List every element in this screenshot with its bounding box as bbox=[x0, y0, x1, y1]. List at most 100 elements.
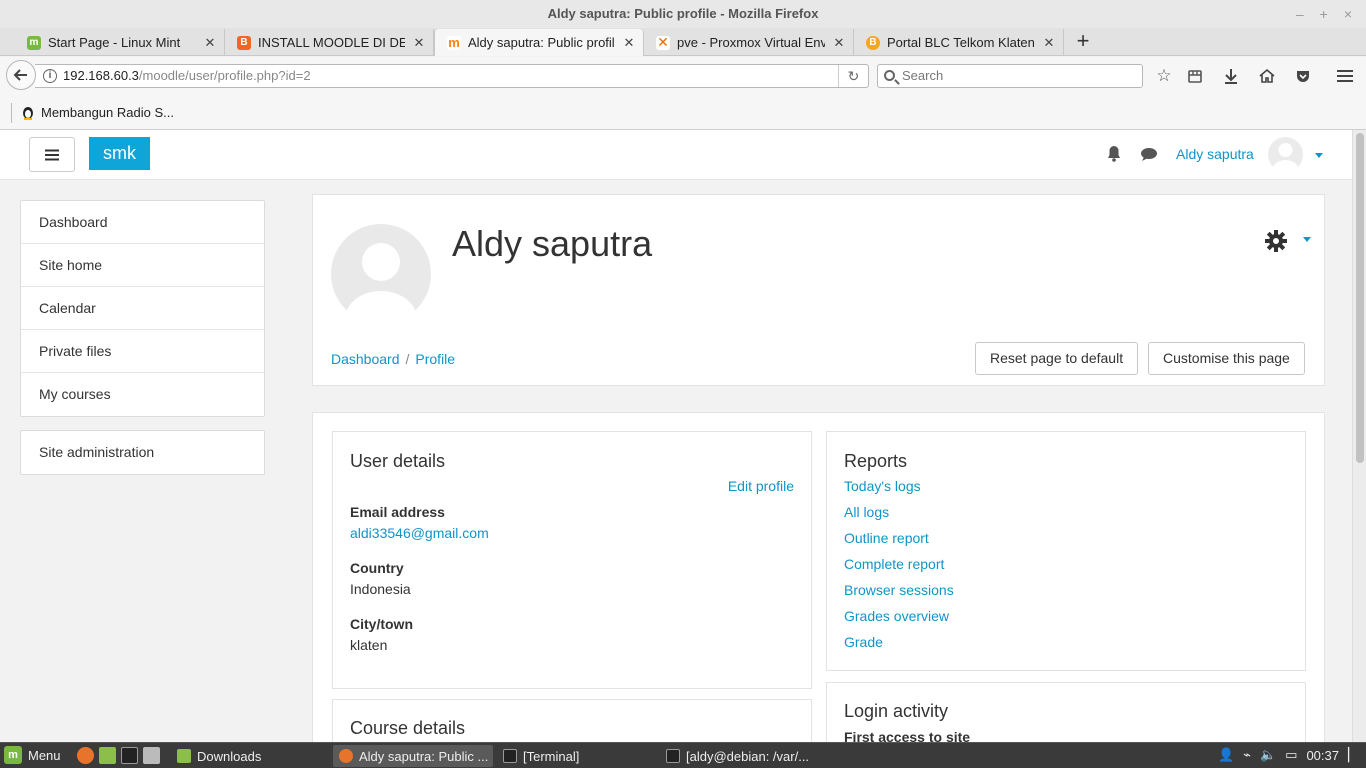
hamburger-menu-icon[interactable] bbox=[1334, 65, 1356, 87]
maximize-button[interactable]: + bbox=[1320, 0, 1328, 28]
close-window-button[interactable]: × bbox=[1344, 0, 1352, 28]
country-label: Country bbox=[350, 560, 404, 576]
country-value: Indonesia bbox=[350, 581, 411, 597]
sidebar-nav-main: Dashboard Site home Calendar Private fil… bbox=[20, 200, 265, 417]
messages-chat-icon[interactable] bbox=[1140, 147, 1158, 165]
sidebar-item-dashboard[interactable]: Dashboard bbox=[21, 201, 264, 244]
report-all-logs-link[interactable]: All logs bbox=[844, 504, 889, 520]
close-tab-icon[interactable]: ✕ bbox=[1041, 35, 1057, 51]
task-label: Aldy saputra: Public ... bbox=[359, 748, 489, 764]
user-tray-icon[interactable]: 👤 bbox=[1218, 747, 1234, 763]
close-tab-icon[interactable]: ✕ bbox=[831, 35, 847, 51]
folder-icon bbox=[177, 749, 191, 763]
minimize-button[interactable]: – bbox=[1296, 0, 1304, 28]
sidebar-item-calendar[interactable]: Calendar bbox=[21, 287, 264, 330]
edit-profile-link[interactable]: Edit profile bbox=[728, 478, 794, 494]
battery-icon[interactable]: ▭ bbox=[1285, 747, 1297, 763]
task-terminal[interactable]: [Terminal] bbox=[497, 745, 657, 767]
task-label: [Terminal] bbox=[523, 748, 580, 764]
report-outline-link[interactable]: Outline report bbox=[844, 530, 929, 546]
bookmarks-toolbar: Membangun Radio S... bbox=[0, 95, 1366, 130]
customise-page-button[interactable]: Customise this page bbox=[1148, 342, 1305, 375]
start-menu-button[interactable]: m Menu bbox=[4, 746, 61, 764]
close-tab-icon[interactable]: ✕ bbox=[202, 35, 218, 51]
search-input[interactable]: Search bbox=[877, 64, 1143, 88]
volume-icon[interactable]: 🔈 bbox=[1260, 747, 1276, 763]
system-taskbar: m Menu Downloads Aldy saputra: Public ..… bbox=[0, 742, 1366, 768]
report-browser-sessions-link[interactable]: Browser sessions bbox=[844, 582, 954, 598]
sidebar-item-site-administration[interactable]: Site administration bbox=[21, 431, 264, 474]
back-button[interactable] bbox=[6, 60, 36, 90]
tab-proxmox[interactable]: ✕ pve - Proxmox Virtual Envir ✕ bbox=[644, 29, 854, 56]
tab-start-page[interactable]: m Start Page - Linux Mint ✕ bbox=[15, 29, 225, 56]
sidebar-item-private-files[interactable]: Private files bbox=[21, 330, 264, 373]
email-value[interactable]: aldi33546@gmail.com bbox=[350, 525, 489, 541]
breadcrumb-dashboard[interactable]: Dashboard bbox=[331, 351, 400, 367]
task-terminal-debian[interactable]: [aldy@debian: /var/... bbox=[660, 745, 820, 767]
files-launcher-icon[interactable] bbox=[99, 747, 116, 764]
default-user-icon bbox=[345, 243, 417, 324]
tab-label: INSTALL MOODLE DI DEBIA bbox=[258, 35, 405, 50]
first-access-label: First access to site bbox=[844, 729, 971, 742]
mint-icon: m bbox=[27, 35, 41, 50]
terminal-icon bbox=[503, 749, 517, 763]
tab-bar: m Start Page - Linux Mint ✕ B INSTALL MO… bbox=[0, 28, 1366, 56]
user-menu-caret-icon[interactable] bbox=[1315, 153, 1323, 158]
show-desktop-icon[interactable]: ▏ bbox=[1348, 747, 1358, 763]
profile-content-card: User details Edit profile Email address … bbox=[312, 412, 1325, 742]
screenshot-launcher-icon[interactable] bbox=[143, 747, 160, 764]
bookmark-item[interactable]: Membangun Radio S... bbox=[21, 104, 174, 120]
report-todays-logs-link[interactable]: Today's logs bbox=[844, 478, 921, 494]
breadcrumb-profile[interactable]: Profile bbox=[415, 351, 455, 367]
search-placeholder: Search bbox=[902, 68, 944, 83]
breadcrumb-separator: / bbox=[405, 351, 410, 367]
user-avatar[interactable] bbox=[1268, 137, 1303, 172]
new-tab-button[interactable]: + bbox=[1071, 28, 1095, 56]
bookmark-label: Membangun Radio S... bbox=[41, 104, 174, 120]
terminal-launcher-icon[interactable] bbox=[121, 747, 138, 764]
login-activity-panel: Login activity First access to site bbox=[826, 682, 1306, 742]
reset-page-button[interactable]: Reset page to default bbox=[975, 342, 1139, 375]
profile-header-card: Aldy saputra Dashboard / Profile Reset pag… bbox=[312, 194, 1325, 386]
reload-icon[interactable]: ↻ bbox=[838, 65, 868, 87]
bookmark-star-icon[interactable]: ☆ bbox=[1153, 65, 1175, 87]
user-menu-name[interactable]: Aldy saputra bbox=[1176, 146, 1254, 162]
page-scrollbar[interactable] bbox=[1352, 130, 1366, 742]
report-grades-overview-link[interactable]: Grades overview bbox=[844, 608, 949, 624]
network-disconnected-icon[interactable]: ⌁ bbox=[1243, 747, 1251, 763]
back-arrow-icon bbox=[13, 69, 27, 81]
close-tab-icon[interactable]: ✕ bbox=[411, 35, 427, 51]
sidebar-item-my-courses[interactable]: My courses bbox=[21, 373, 264, 416]
report-grade-link[interactable]: Grade bbox=[844, 634, 883, 650]
window-title: Aldy saputra: Public profile - Mozilla F… bbox=[547, 6, 819, 21]
gear-icon bbox=[1265, 230, 1287, 252]
drawer-toggle-button[interactable] bbox=[29, 137, 75, 172]
proxmox-icon: ✕ bbox=[656, 34, 670, 50]
firefox-launcher-icon[interactable] bbox=[77, 747, 94, 764]
hamburger-icon bbox=[45, 149, 59, 160]
task-firefox[interactable]: Aldy saputra: Public ... bbox=[333, 745, 493, 767]
site-brand-link[interactable]: smk bbox=[89, 137, 150, 170]
navigation-toolbar: i 192.168.60.3/moodle/user/profile.php?i… bbox=[0, 57, 1366, 95]
scrollbar-thumb[interactable] bbox=[1356, 133, 1364, 463]
tab-public-profile[interactable]: m Aldy saputra: Public profile ✕ bbox=[434, 29, 644, 56]
tab-portal-blc[interactable]: B Portal BLC Telkom Klaten ✕ bbox=[854, 29, 1064, 56]
page-settings-menu[interactable] bbox=[1265, 230, 1311, 257]
bookmarks-library-icon[interactable] bbox=[1184, 65, 1206, 87]
blogger-icon: B bbox=[237, 35, 251, 50]
task-downloads[interactable]: Downloads bbox=[171, 745, 331, 767]
url-bar[interactable]: i 192.168.60.3/moodle/user/profile.php?i… bbox=[35, 64, 869, 88]
site-info-icon[interactable]: i bbox=[43, 69, 57, 83]
clock[interactable]: 00:37 bbox=[1306, 748, 1339, 763]
notifications-bell-icon[interactable] bbox=[1106, 145, 1122, 165]
bookmarks-separator bbox=[11, 103, 12, 123]
reports-title: Reports bbox=[844, 451, 908, 471]
home-icon[interactable] bbox=[1256, 65, 1278, 87]
downloads-icon[interactable] bbox=[1220, 65, 1242, 87]
sidebar-item-site-home[interactable]: Site home bbox=[21, 244, 264, 287]
tab-install-moodle[interactable]: B INSTALL MOODLE DI DEBIA ✕ bbox=[225, 29, 434, 56]
close-tab-icon[interactable]: ✕ bbox=[621, 35, 637, 51]
report-complete-link[interactable]: Complete report bbox=[844, 556, 944, 572]
pocket-icon[interactable] bbox=[1292, 65, 1314, 87]
course-details-title: Course details bbox=[350, 718, 466, 738]
